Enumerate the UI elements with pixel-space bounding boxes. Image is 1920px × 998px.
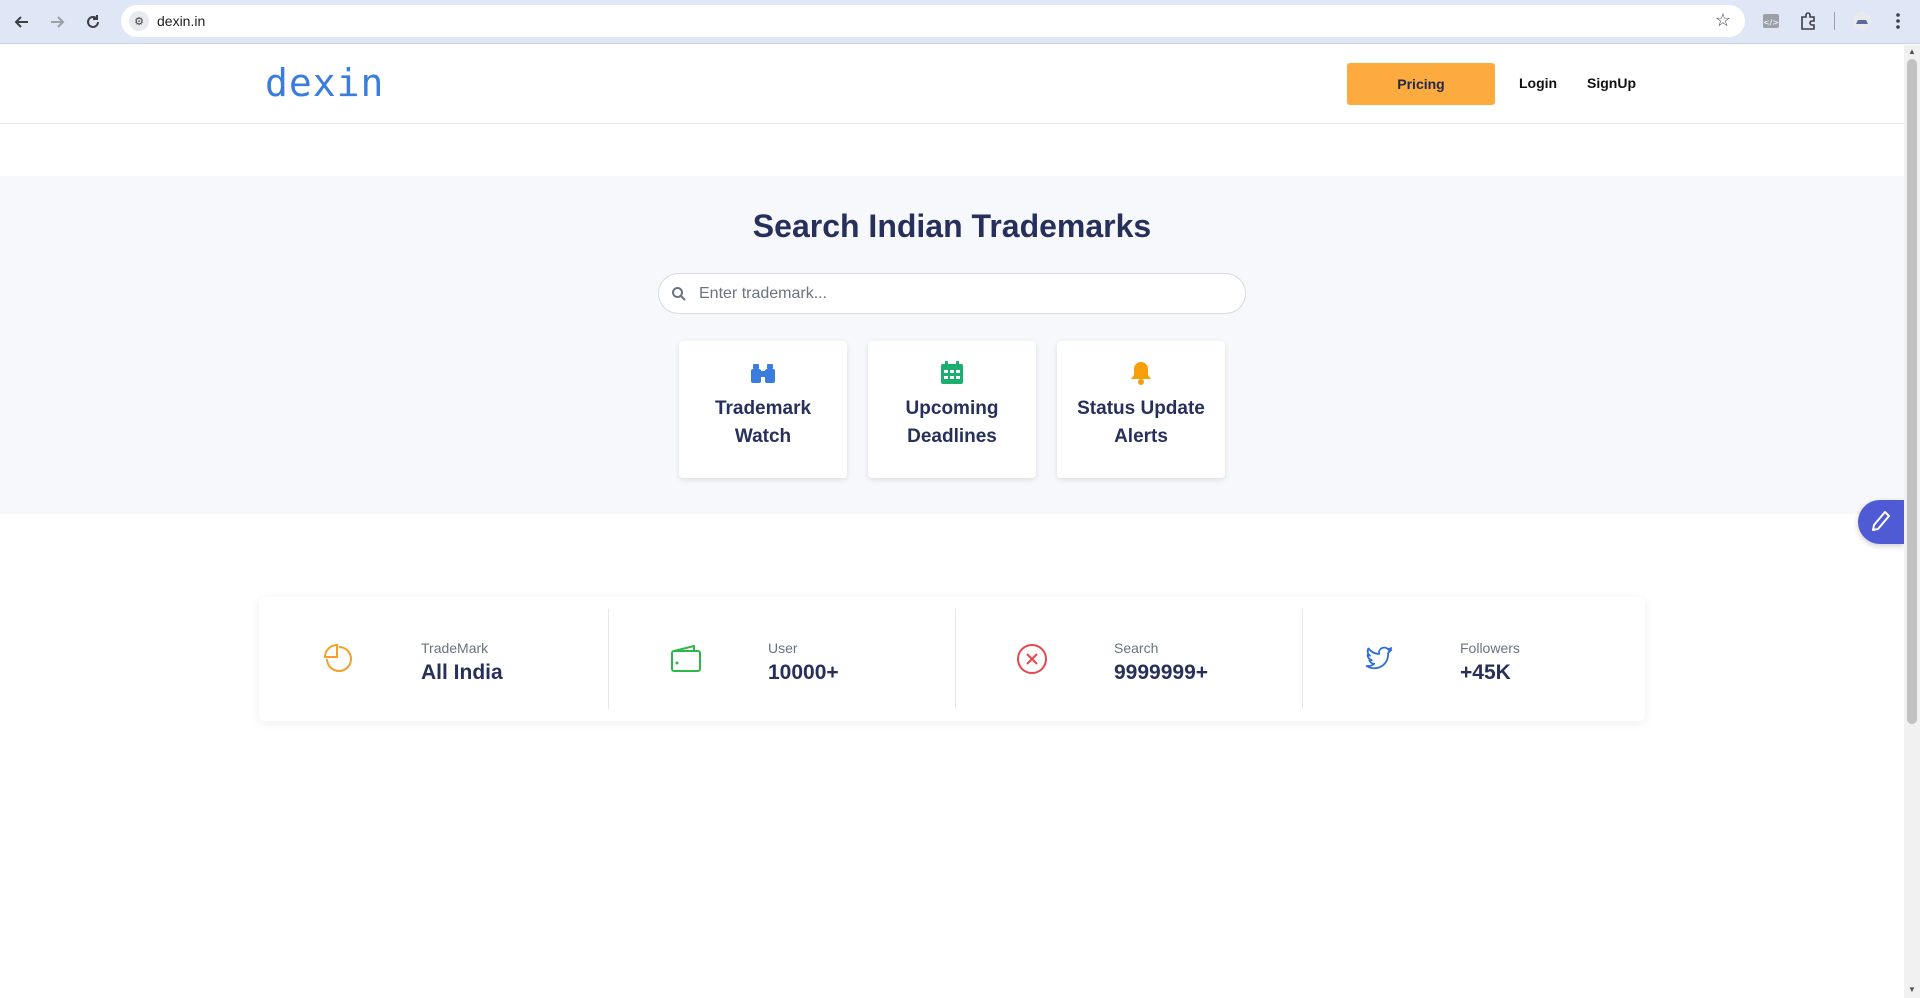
- card-label: Upcoming Deadlines: [905, 398, 999, 447]
- pie-chart-icon: [323, 643, 352, 672]
- scrollbar-thumb[interactable]: [1907, 59, 1917, 724]
- stat-label: TradeMark: [421, 640, 489, 656]
- browser-toolbar: ⚙ dexin.in ☆ </>: [0, 0, 1920, 44]
- binoculars-icon: [751, 364, 775, 383]
- toolbar-divider: [1834, 12, 1835, 30]
- scroll-down-arrow[interactable]: ▼: [1908, 985, 1916, 994]
- calendar-icon: [941, 361, 963, 384]
- trademark-watch-card[interactable]: Trademark Watch: [679, 341, 847, 478]
- web-page: dexin Pricing Login SignUp Search Indian…: [0, 45, 1904, 998]
- stat-search: Search 9999999+: [952, 609, 1299, 709]
- extensions-puzzle-icon[interactable]: [1798, 11, 1818, 31]
- page-title: Search Indian Trademarks: [752, 208, 1152, 244]
- stat-label: User: [768, 640, 798, 656]
- menu-kebab-icon[interactable]: [1888, 11, 1908, 31]
- stat-value: All India: [421, 661, 503, 684]
- upcoming-deadlines-card[interactable]: Upcoming Deadlines: [868, 341, 1036, 478]
- bell-icon: [1131, 362, 1151, 385]
- wallet-icon: [671, 644, 701, 672]
- site-logo[interactable]: dexin: [265, 61, 384, 105]
- star-icon[interactable]: ☆: [1715, 10, 1731, 31]
- status-update-alerts-card[interactable]: Status Update Alerts: [1057, 341, 1225, 478]
- stat-value: 10000+: [768, 661, 839, 684]
- hero-section: Search Indian Trademarks Trademark Watch…: [0, 176, 1904, 514]
- extension-code-icon[interactable]: </>: [1761, 11, 1781, 31]
- twitter-icon: [1365, 646, 1393, 670]
- site-header: dexin Pricing Login SignUp: [0, 45, 1904, 124]
- feedback-floating-button[interactable]: [1858, 500, 1904, 544]
- card-label: Status Update Alerts: [1077, 398, 1205, 447]
- search-input[interactable]: [699, 274, 1219, 313]
- x-circle-icon: [1017, 644, 1047, 674]
- login-link[interactable]: Login: [1519, 75, 1557, 91]
- site-settings-icon[interactable]: ⚙: [129, 11, 149, 31]
- page-scrollbar[interactable]: ▲ ▼: [1904, 45, 1920, 998]
- search-icon: [672, 287, 686, 301]
- stats-panel: TradeMark All India User 10000+ Search 9…: [259, 597, 1645, 721]
- reload-icon[interactable]: [80, 9, 106, 35]
- stat-label: Followers: [1460, 640, 1520, 656]
- scroll-up-arrow[interactable]: ▲: [1908, 47, 1916, 56]
- address-bar[interactable]: ⚙ dexin.in ☆: [121, 5, 1745, 37]
- search-box[interactable]: [658, 273, 1246, 314]
- card-label: Trademark Watch: [714, 398, 812, 447]
- url-text: dexin.in: [157, 13, 206, 29]
- signup-link[interactable]: SignUp: [1587, 75, 1636, 91]
- arrow-left-icon[interactable]: [9, 9, 35, 35]
- profile-avatar-icon[interactable]: [1852, 11, 1872, 31]
- stat-trademark: TradeMark All India: [259, 609, 606, 709]
- pencil-icon: [1872, 511, 1890, 531]
- stat-followers: Followers +45K: [1298, 609, 1645, 709]
- stat-user: User 10000+: [606, 609, 953, 709]
- stat-value: +45K: [1460, 661, 1511, 684]
- arrow-right-icon[interactable]: [44, 9, 70, 35]
- pricing-button[interactable]: Pricing: [1347, 63, 1495, 105]
- stat-value: 9999999+: [1114, 661, 1209, 684]
- stat-label: Search: [1114, 640, 1159, 656]
- svg-text:</>: </>: [1763, 18, 1779, 27]
